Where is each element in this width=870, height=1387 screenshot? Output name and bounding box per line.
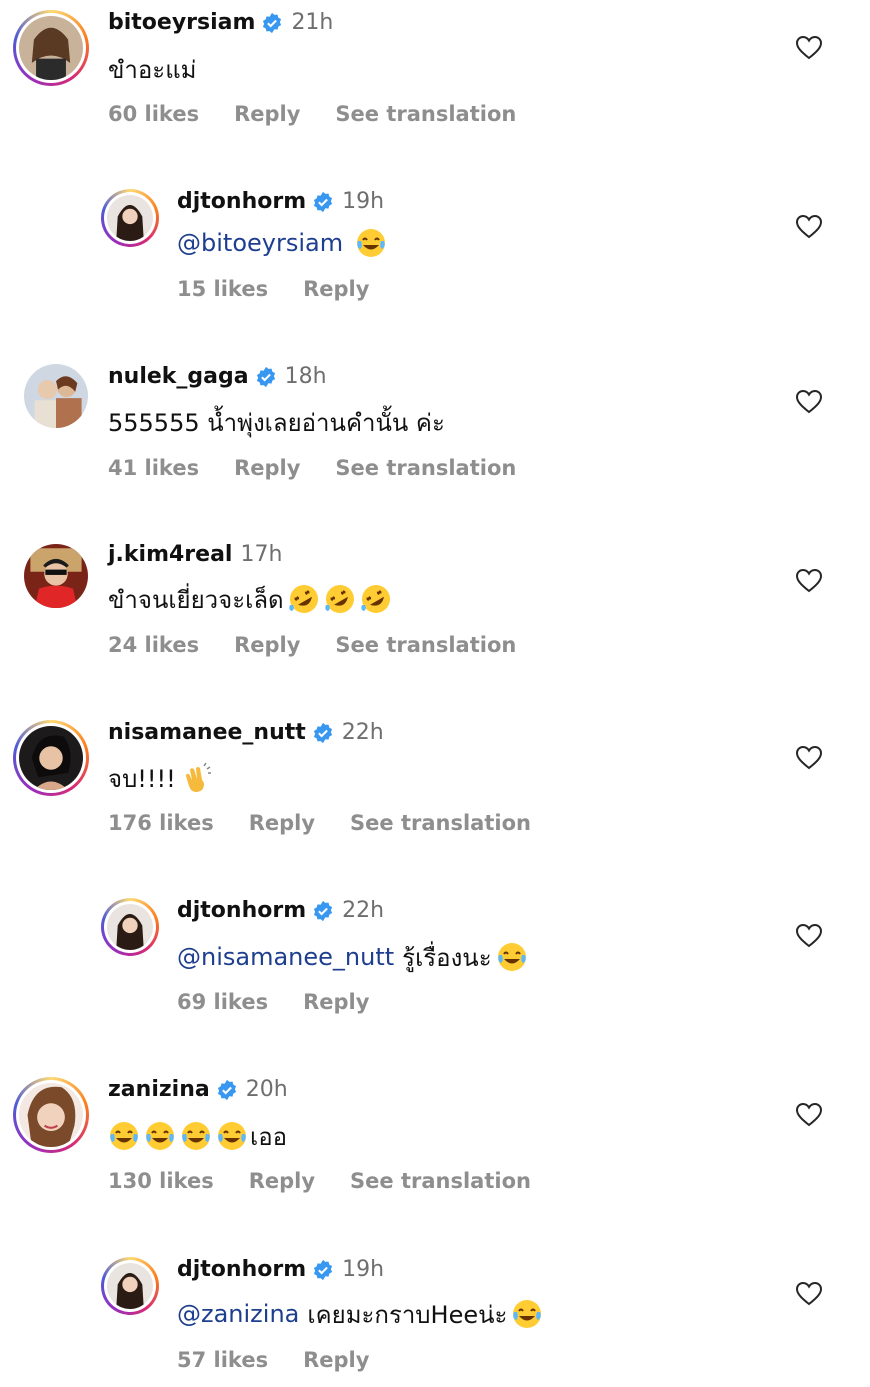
comment-item: nulek_gaga 18h 555555 น้ำพุ่งเลยอ่านคำนั…: [0, 350, 870, 530]
comment-username[interactable]: bitoeyrsiam: [108, 10, 255, 35]
reply-button[interactable]: Reply: [249, 1169, 315, 1193]
comment-username[interactable]: nisamanee_nutt: [108, 720, 306, 745]
heart-outline-icon[interactable]: [796, 36, 822, 60]
reply-button[interactable]: Reply: [303, 1348, 369, 1372]
comment-username[interactable]: nulek_gaga: [108, 364, 249, 389]
verified-badge-icon: [312, 1259, 334, 1281]
mention-link[interactable]: @nisamanee_nutt: [177, 943, 394, 971]
avatar[interactable]: [13, 10, 89, 86]
likes-count[interactable]: 41 likes: [108, 456, 199, 480]
comment-text: ขำอะแม่: [108, 52, 196, 86]
reply-item: djtonhorm 19h @zanizina เคยมะกราบHeeน่ะ …: [0, 1240, 870, 1387]
avatar[interactable]: [24, 544, 88, 608]
comment-timestamp: 22h: [342, 898, 385, 923]
clapping-hands-emoji-icon: [180, 762, 212, 794]
comment-timestamp: 20h: [245, 1077, 288, 1102]
avatar[interactable]: [13, 720, 89, 796]
comment-text: จบ!!!!: [108, 760, 212, 796]
reply-button[interactable]: Reply: [234, 456, 300, 480]
see-translation-button[interactable]: See translation: [335, 102, 516, 126]
avatar[interactable]: [101, 898, 159, 956]
comment-timestamp: 22h: [341, 720, 384, 745]
heart-outline-icon[interactable]: [796, 390, 822, 414]
likes-count[interactable]: 60 likes: [108, 102, 199, 126]
verified-badge-icon: [261, 12, 283, 34]
verified-badge-icon: [312, 722, 334, 744]
comment-body: รู้เรื่องนะ: [402, 943, 492, 972]
comment-username[interactable]: djtonhorm: [177, 898, 306, 923]
heart-outline-icon[interactable]: [796, 215, 822, 239]
verified-badge-icon: [312, 191, 334, 213]
mention-link[interactable]: @bitoeyrsiam: [177, 229, 343, 257]
comment-text: ขำจนเยี่ยวจะเล็ด: [108, 582, 392, 616]
reply-button[interactable]: Reply: [234, 102, 300, 126]
likes-count[interactable]: 176 likes: [108, 811, 214, 835]
comment-body: จบ!!!!: [108, 764, 176, 793]
comment-timestamp: 21h: [291, 10, 334, 35]
likes-count[interactable]: 130 likes: [108, 1169, 214, 1193]
rolling-on-floor-laughing-emoji-icon: [324, 583, 356, 615]
likes-count[interactable]: 69 likes: [177, 990, 268, 1014]
comment-timestamp: 19h: [342, 189, 385, 214]
reply-button[interactable]: Reply: [234, 633, 300, 657]
heart-outline-icon[interactable]: [796, 569, 822, 593]
reply-item: djtonhorm 19h @bitoeyrsiam 15 likes Repl…: [0, 170, 870, 350]
comment-username[interactable]: j.kim4real: [108, 542, 232, 567]
comment-item: nisamanee_nutt 22h จบ!!!! 176 likes Repl…: [0, 710, 870, 880]
tears-of-joy-emoji-icon: [216, 1120, 248, 1152]
avatar[interactable]: [101, 1257, 159, 1315]
comment-body: เคยมะกราบHeeน่ะ: [307, 1300, 508, 1329]
rolling-on-floor-laughing-emoji-icon: [288, 583, 320, 615]
tears-of-joy-emoji-icon: [144, 1120, 176, 1152]
tears-of-joy-emoji-icon: [180, 1120, 212, 1152]
comment-text: @bitoeyrsiam: [177, 226, 387, 260]
likes-count[interactable]: 24 likes: [108, 633, 199, 657]
comment-item: bitoeyrsiam 21h ขำอะแม่ 60 likes Reply S…: [0, 0, 870, 170]
comment-timestamp: 19h: [342, 1257, 385, 1282]
heart-outline-icon[interactable]: [796, 746, 822, 770]
see-translation-button[interactable]: See translation: [335, 456, 516, 480]
comment-item: j.kim4real 17h ขำจนเยี่ยวจะเล็ด 24 likes…: [0, 530, 870, 710]
verified-badge-icon: [312, 900, 334, 922]
comment-item: zanizina 20h เออ 130 likes Reply See tra…: [0, 1060, 870, 1240]
comment-username[interactable]: djtonhorm: [177, 1257, 306, 1282]
likes-count[interactable]: 57 likes: [177, 1348, 268, 1372]
tears-of-joy-emoji-icon: [511, 1298, 543, 1330]
avatar[interactable]: [24, 364, 88, 428]
comment-username[interactable]: djtonhorm: [177, 189, 306, 214]
comment-timestamp: 17h: [240, 542, 283, 567]
likes-count[interactable]: 15 likes: [177, 277, 268, 301]
tears-of-joy-emoji-icon: [108, 1120, 140, 1152]
tears-of-joy-emoji-icon: [355, 227, 387, 259]
rolling-on-floor-laughing-emoji-icon: [360, 583, 392, 615]
heart-outline-icon[interactable]: [796, 1282, 822, 1306]
comment-text: เออ: [108, 1118, 287, 1154]
avatar[interactable]: [101, 189, 159, 247]
reply-item: djtonhorm 22h @nisamanee_nutt รู้เรื่องน…: [0, 880, 870, 1060]
reply-button[interactable]: Reply: [303, 277, 369, 301]
reply-button[interactable]: Reply: [249, 811, 315, 835]
see-translation-button[interactable]: See translation: [335, 633, 516, 657]
comment-text: 555555 น้ำพุ่งเลยอ่านคำนั้น ค่ะ: [108, 405, 445, 439]
comment-timestamp: 18h: [284, 364, 327, 389]
avatar[interactable]: [13, 1077, 89, 1153]
verified-badge-icon: [255, 366, 277, 388]
comment-text: @nisamanee_nutt รู้เรื่องนะ: [177, 940, 528, 974]
heart-outline-icon[interactable]: [796, 924, 822, 948]
comment-body: เออ: [250, 1122, 288, 1151]
mention-link[interactable]: @zanizina: [177, 1300, 299, 1328]
comment-username[interactable]: zanizina: [108, 1077, 210, 1102]
comment-body: ขำจนเยี่ยวจะเล็ด: [108, 585, 284, 614]
reply-button[interactable]: Reply: [303, 990, 369, 1014]
see-translation-button[interactable]: See translation: [350, 811, 531, 835]
comment-text: @zanizina เคยมะกราบHeeน่ะ: [177, 1297, 543, 1331]
tears-of-joy-emoji-icon: [496, 941, 528, 973]
heart-outline-icon[interactable]: [796, 1103, 822, 1127]
see-translation-button[interactable]: See translation: [350, 1169, 531, 1193]
verified-badge-icon: [216, 1079, 238, 1101]
comment-body: 555555 น้ำพุ่งเลยอ่านคำนั้น ค่ะ: [108, 408, 445, 437]
comment-body: ขำอะแม่: [108, 55, 197, 84]
